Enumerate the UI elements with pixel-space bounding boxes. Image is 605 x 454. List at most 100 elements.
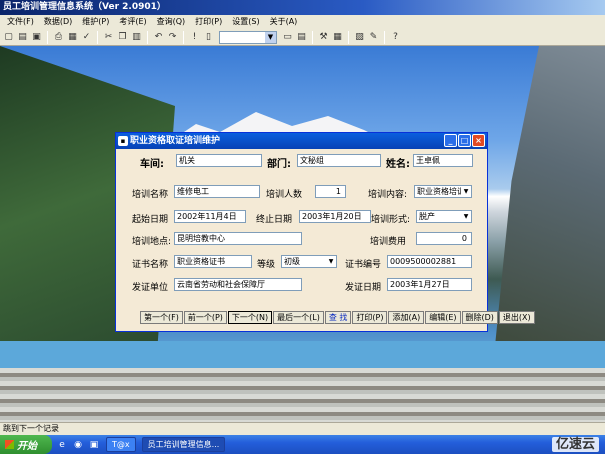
toolbar-separator <box>312 30 313 44</box>
maximize-icon[interactable]: □ <box>458 134 471 147</box>
menu-data[interactable]: 数据(D) <box>39 15 77 29</box>
windows-logo-icon <box>5 440 14 449</box>
paste-icon[interactable]: ▥ <box>130 31 143 44</box>
status-bar: 跳到下一个记录 <box>0 422 605 435</box>
status-text: 跳到下一个记录 <box>3 424 59 433</box>
copy-icon[interactable]: ❐ <box>116 31 129 44</box>
edit-button[interactable]: 编辑(E) <box>425 311 461 324</box>
org-field[interactable]: 机关 <box>176 154 262 167</box>
new-file-icon[interactable]: ▢ <box>2 31 15 44</box>
print-button[interactable]: 打印(P) <box>352 311 388 324</box>
location-field[interactable]: 昆明培教中心 <box>174 232 302 245</box>
chevron-down-icon[interactable]: ▼ <box>326 256 336 267</box>
exclamation-icon[interactable]: ! <box>188 31 201 44</box>
toolbar-combo[interactable]: ▼ <box>219 30 277 44</box>
dialog-title: 职业资格取证培训维护 <box>130 136 221 146</box>
toolbar-separator <box>384 30 385 44</box>
minimize-icon[interactable]: _ <box>444 134 457 147</box>
app-icon: ▪ <box>118 136 128 146</box>
open-folder-icon[interactable]: ▤ <box>16 31 29 44</box>
fee-field[interactable]: 0 <box>416 232 472 245</box>
tools-icon[interactable]: ⚒ <box>317 31 330 44</box>
background-rock-cliff <box>495 46 605 346</box>
training-maintenance-dialog: ▪ 职业资格取证培训维护 _ □ × 车间: 机关 部门: 文秘组 姓名: 王卓… <box>115 132 535 332</box>
image-icon[interactable]: ▨ <box>353 31 366 44</box>
previous-button[interactable]: 前一个(P) <box>183 311 227 324</box>
fee-label: 培训费用 <box>370 237 407 247</box>
trainee-count-label: 培训人数 <box>266 190 303 200</box>
help-icon[interactable]: ? <box>389 31 402 44</box>
start-button[interactable]: 开始 <box>0 435 52 454</box>
save-icon[interactable]: ▣ <box>30 31 43 44</box>
menu-file[interactable]: 文件(F) <box>2 15 39 29</box>
content-label: 培训内容: <box>368 190 408 200</box>
content-select-value: 职业资格培训 <box>417 187 465 196</box>
document-icon[interactable]: ▯ <box>202 31 215 44</box>
level-select[interactable]: 初级 ▼ <box>281 255 337 268</box>
delete-button[interactable]: 删除(D) <box>461 311 498 324</box>
form-icon[interactable]: ▤ <box>295 31 308 44</box>
form-select-value: 脱产 <box>419 212 435 221</box>
menu-about[interactable]: 关于(A) <box>265 15 303 29</box>
start-date-field[interactable]: 2002年11月4日 <box>174 210 246 223</box>
dept-field[interactable]: 文秘组 <box>297 154 381 167</box>
media-player-icon[interactable]: ◉ <box>72 439 84 451</box>
close-icon[interactable]: × <box>472 134 485 147</box>
training-name-field[interactable]: 维修电工 <box>174 185 260 198</box>
toolbar-separator <box>47 30 48 44</box>
last-button[interactable]: 最后一个(L) <box>273 311 324 324</box>
next-button[interactable]: 下一个(N) <box>227 311 273 324</box>
cert-no-label: 证书编号 <box>345 260 382 270</box>
taskbar: 开始 e ◉ ▣ T@x 员工培训管理信息... 亿速云 <box>0 435 605 454</box>
toolbar-separator <box>348 30 349 44</box>
taskbar-item-folder[interactable]: T@x <box>106 437 136 452</box>
database-icon[interactable]: ▦ <box>331 31 344 44</box>
level-select-value: 初级 <box>284 257 300 266</box>
menu-settings[interactable]: 设置(S) <box>227 15 264 29</box>
end-date-label: 终止日期 <box>256 215 293 225</box>
app-title: 员工培训管理信息系统（Ver 2.0901） <box>3 2 166 12</box>
start-date-label: 起始日期 <box>132 215 169 225</box>
print-preview-icon[interactable]: ▦ <box>66 31 79 44</box>
menu-maintain[interactable]: 维护(P) <box>77 15 114 29</box>
trainee-count-field[interactable]: 1 <box>315 185 346 198</box>
exit-button[interactable]: 退出(X) <box>498 311 535 324</box>
desktop-icon[interactable]: ▣ <box>88 439 100 451</box>
background-terraces <box>0 368 605 422</box>
toolbar: ▢ ▤ ▣ ⎙ ▦ ✓ ✂ ❐ ▥ ↶ ↷ ! ▯ ▼ ▭ ▤ ⚒ ▦ ▨ ✎ … <box>0 29 605 46</box>
cert-name-field[interactable]: 职业资格证书 <box>174 255 252 268</box>
print-icon[interactable]: ⎙ <box>52 31 65 44</box>
end-date-field[interactable]: 2003年1月20日 <box>299 210 371 223</box>
find-button[interactable]: 查 找 <box>324 311 352 324</box>
menu-bar: 文件(F) 数据(D) 维护(P) 考评(E) 查询(Q) 打印(P) 设置(S… <box>0 15 605 29</box>
spellcheck-icon[interactable]: ✓ <box>80 31 93 44</box>
name-field[interactable]: 王卓佩 <box>413 154 473 167</box>
chevron-down-icon[interactable]: ▼ <box>461 186 471 197</box>
content-select[interactable]: 职业资格培训 ▼ <box>414 185 472 198</box>
org-label: 车间: <box>140 159 164 170</box>
chevron-down-icon[interactable]: ▼ <box>461 211 471 222</box>
cut-icon[interactable]: ✂ <box>102 31 115 44</box>
add-button[interactable]: 添加(A) <box>388 311 425 324</box>
issuer-field[interactable]: 云南省劳动和社会保障厅 <box>174 278 302 291</box>
chevron-down-icon[interactable]: ▼ <box>265 31 276 43</box>
window-icon[interactable]: ▭ <box>281 31 294 44</box>
training-name-label: 培训名称 <box>132 190 169 200</box>
undo-icon[interactable]: ↶ <box>152 31 165 44</box>
ie-browser-icon[interactable]: e <box>56 439 68 451</box>
menu-evaluate[interactable]: 考评(E) <box>114 15 151 29</box>
menu-query[interactable]: 查询(Q) <box>152 15 191 29</box>
level-label: 等级 <box>257 260 276 270</box>
dialog-title-bar[interactable]: ▪ 职业资格取证培训维护 _ □ × <box>116 133 487 149</box>
menu-print[interactable]: 打印(P) <box>190 15 227 29</box>
cert-no-field[interactable]: 0009500002881 <box>387 255 472 268</box>
form-select[interactable]: 脱产 ▼ <box>416 210 472 223</box>
dialog-button-row: 第一个(F) 前一个(P) 下一个(N) 最后一个(L) 查 找 打印(P) 添… <box>140 311 535 324</box>
toolbar-separator <box>97 30 98 44</box>
issue-date-field[interactable]: 2003年1月27日 <box>387 278 472 291</box>
background-water <box>0 341 605 371</box>
first-button[interactable]: 第一个(F) <box>140 311 183 324</box>
edit-icon[interactable]: ✎ <box>367 31 380 44</box>
taskbar-item-app[interactable]: 员工培训管理信息... <box>141 437 226 452</box>
redo-icon[interactable]: ↷ <box>166 31 179 44</box>
